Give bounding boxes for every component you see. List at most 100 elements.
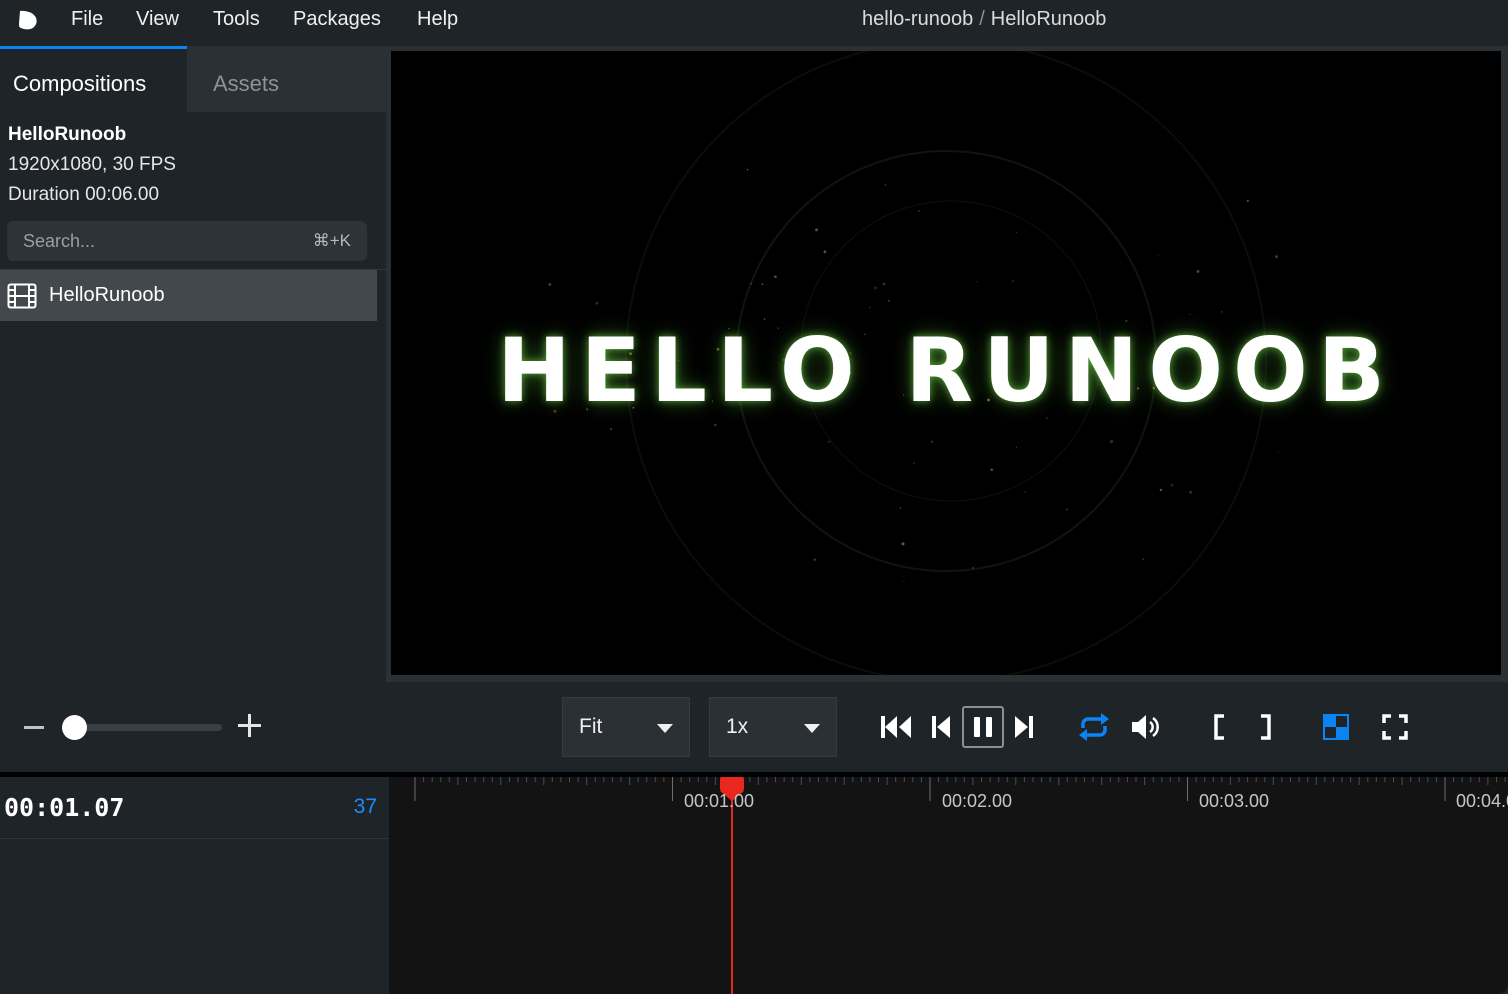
timeline-sidebar: 00:01.07 37	[0, 777, 389, 994]
playhead-handle[interactable]	[720, 777, 744, 791]
composition-info: HelloRunoob 1920x1080, 30 FPS Duration 0…	[8, 124, 176, 206]
timeline-track-area[interactable]: 00:01.00 00:02.00 00:03.00 00:04.00	[389, 777, 1508, 994]
particle-dot	[899, 507, 902, 509]
tick-label-1s: 00:01.00	[684, 791, 755, 811]
sidebar: Compositions Assets HelloRunoob 1920x108…	[0, 46, 386, 682]
zoom-out-button[interactable]	[24, 726, 44, 729]
particle-dot	[1011, 280, 1014, 282]
preview-title-text: HELLO RUNOOB	[497, 319, 1395, 422]
fullscreen-button[interactable]	[1382, 714, 1408, 740]
sidebar-tab-bar: Compositions Assets	[0, 46, 386, 112]
particle-dot	[901, 542, 905, 546]
particle-dot	[1024, 490, 1026, 493]
particle-dot	[868, 306, 871, 309]
particle-dot	[548, 283, 551, 286]
particle-dot	[990, 468, 994, 472]
jump-to-start-button[interactable]	[880, 715, 912, 739]
particle-dot	[1157, 254, 1160, 256]
film-icon	[7, 283, 37, 308]
particle-dot	[815, 228, 818, 232]
menu-tools[interactable]: Tools	[213, 8, 260, 31]
particle-dot	[1015, 231, 1018, 234]
zoom-slider-thumb[interactable]	[62, 715, 87, 740]
particle-dot	[903, 580, 905, 582]
checkerboard-toggle[interactable]	[1323, 714, 1349, 740]
search-shortcut: ⌘+K	[312, 231, 351, 250]
particle-dot	[823, 250, 827, 254]
particle-dot	[912, 462, 915, 465]
volume-icon	[1132, 715, 1159, 739]
particle-dot	[1110, 440, 1114, 444]
studio-window: File View Tools Packages Help hello-runo…	[0, 0, 1508, 994]
particle-dot	[882, 282, 886, 286]
project-name: hello-runoob	[862, 8, 974, 30]
tick-label-3s: 00:03.00	[1199, 791, 1270, 811]
pause-icon	[974, 717, 992, 737]
composition-list-label: HelloRunoob	[49, 284, 165, 306]
loop-icon	[1079, 713, 1109, 741]
particle-dot	[774, 275, 777, 279]
checkerboard-icon	[1323, 714, 1349, 740]
preview-canvas[interactable]: HELLO RUNOOB	[391, 51, 1501, 675]
particle-dot	[761, 283, 764, 286]
particle-dot	[930, 440, 934, 444]
particle-dot	[918, 210, 920, 212]
particle-dot	[813, 558, 816, 561]
particle-dot	[595, 301, 599, 305]
size-dropdown[interactable]: Fit	[562, 697, 690, 757]
search-box[interactable]: ⌘+K	[7, 221, 367, 261]
particle-dot	[1159, 488, 1163, 492]
in-point-bracket-icon	[1214, 714, 1224, 740]
particle-dot	[874, 286, 877, 290]
volume-button[interactable]	[1131, 713, 1161, 741]
particle-dot	[1142, 558, 1145, 561]
menu-bar: File View Tools Packages Help hello-runo…	[0, 0, 1508, 40]
particle-dot	[1246, 200, 1249, 202]
step-forward-button[interactable]	[1014, 715, 1034, 739]
particle-dot	[1015, 446, 1018, 448]
particle-dot	[1196, 270, 1200, 273]
composition-name: HelloRunoob	[990, 8, 1107, 30]
divider	[0, 838, 389, 839]
title-separator: /	[979, 8, 985, 30]
play-pause-button[interactable]	[962, 706, 1004, 748]
tab-compositions[interactable]: Compositions	[0, 46, 187, 112]
size-dropdown-value: Fit	[579, 715, 603, 738]
current-frame: 37	[353, 795, 377, 818]
fullscreen-icon	[1382, 714, 1408, 740]
composition-duration: Duration 00:06.00	[8, 184, 160, 205]
step-back-button[interactable]	[931, 715, 951, 739]
chevron-down-icon	[657, 724, 673, 733]
chevron-down-icon	[804, 724, 820, 733]
particle-dot	[1189, 313, 1191, 315]
search-input[interactable]	[23, 230, 313, 252]
particle-dot	[828, 441, 830, 443]
particle-dot	[1189, 490, 1193, 494]
particle-dot	[1220, 311, 1223, 313]
composition-info-name: HelloRunoob	[8, 124, 127, 145]
app-logo-icon[interactable]	[17, 9, 39, 31]
set-out-point-button[interactable]	[1258, 714, 1272, 740]
playback-rate-value: 1x	[726, 715, 749, 738]
set-in-point-button[interactable]	[1213, 714, 1227, 740]
particle-dot	[884, 184, 887, 186]
playback-controls: Fit 1x	[0, 682, 1508, 772]
window-title: hello-runoob / HelloRunoob	[862, 8, 1106, 31]
particle-dot	[714, 423, 717, 427]
tick-label-4s: 00:04.00	[1456, 791, 1508, 811]
particle-dot	[1170, 483, 1174, 487]
composition-list-item[interactable]: HelloRunoob	[0, 270, 377, 321]
particle-dot	[887, 299, 890, 302]
menu-file[interactable]: File	[71, 8, 103, 31]
menu-packages[interactable]: Packages	[293, 8, 381, 31]
menu-view[interactable]: View	[136, 8, 179, 31]
particle-dot	[1275, 255, 1278, 258]
menu-help[interactable]: Help	[417, 8, 458, 31]
playback-rate-dropdown[interactable]: 1x	[709, 697, 837, 757]
particle-dot	[1066, 508, 1068, 511]
loop-button[interactable]	[1078, 713, 1110, 741]
particle-dot	[1277, 451, 1280, 453]
tab-assets[interactable]: Assets	[187, 46, 386, 112]
tick-label-2s: 00:02.00	[942, 791, 1013, 811]
zoom-in-button[interactable]	[238, 714, 261, 737]
